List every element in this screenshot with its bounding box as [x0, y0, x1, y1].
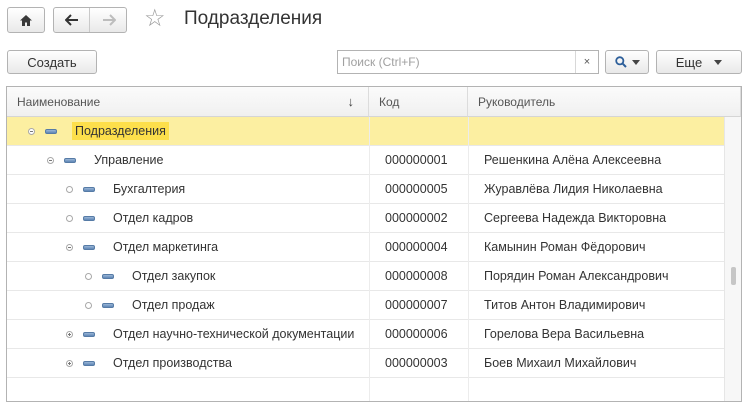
leaf-icon	[63, 204, 75, 232]
cell-name: Отдел кадров	[113, 204, 193, 232]
chevron-down-icon	[714, 59, 723, 65]
leaf-icon	[63, 175, 75, 203]
search-button[interactable]	[605, 50, 649, 74]
cell-code: 000000008	[385, 269, 448, 283]
search-icon	[614, 56, 627, 68]
cell-code: 000000002	[385, 211, 448, 225]
leaf-icon	[82, 262, 94, 290]
arrow-right-icon	[103, 14, 116, 26]
page-title: Подразделения	[184, 8, 323, 29]
forward-button[interactable]	[91, 8, 127, 32]
collapse-icon[interactable]	[25, 117, 37, 145]
more-label: Еще	[675, 54, 703, 70]
cell-head: Сергеева Надежда Викторовна	[484, 211, 667, 225]
arrow-left-icon	[64, 14, 78, 26]
column-header-name[interactable]: Наименование ↓	[7, 87, 369, 117]
cell-head: Решенкина Алёна Алексеевна	[484, 153, 662, 167]
more-button[interactable]: Еще	[656, 50, 742, 74]
department-name: Подразделения	[72, 122, 169, 140]
department-name: Бухгалтерия	[113, 182, 186, 196]
group-icon	[102, 303, 114, 308]
vertical-scrollbar[interactable]	[724, 117, 741, 401]
cell-name: Управление	[94, 146, 164, 174]
cell-name: Отдел научно-технической документации	[113, 320, 354, 348]
cell-code: 000000004	[385, 240, 448, 254]
cell-code: 000000001	[385, 153, 448, 167]
search-box: ×	[337, 50, 599, 74]
group-icon	[83, 361, 95, 366]
create-button[interactable]: Создать	[7, 50, 97, 74]
department-name: Отдел продаж	[132, 298, 215, 312]
department-name: Отдел маркетинга	[113, 240, 219, 254]
column-divider	[468, 117, 469, 401]
cell-name: Отдел маркетинга	[113, 233, 218, 261]
expand-icon[interactable]	[63, 320, 75, 348]
cell-code: 000000006	[385, 327, 448, 341]
cell-head: Титов Антон Владимирович	[484, 298, 646, 312]
column-header-name-label: Наименование	[17, 95, 101, 109]
group-icon	[45, 129, 57, 134]
cell-head: Камынин Роман Фёдорович	[484, 240, 646, 254]
cell-code: 000000007	[385, 298, 448, 312]
table-row[interactable]: Управление 000000001 Решенкина Алёна Алекс…	[7, 146, 725, 175]
group-icon	[83, 216, 95, 221]
chevron-down-icon	[631, 59, 640, 65]
table-row[interactable]: Отдел закупок 000000008 Порядин Роман Алек…	[7, 262, 725, 291]
table-row[interactable]: Подразделения	[7, 117, 725, 146]
cell-name: Отдел закупок	[132, 262, 215, 290]
departments-table: Наименование ↓ Код Руководитель Подразде…	[6, 86, 742, 402]
cell-name: Отдел продаж	[132, 291, 215, 319]
cell-name: Подразделения	[72, 117, 169, 145]
cell-head: Порядин Роман Александрович	[484, 269, 669, 283]
cell-head: Горелова Вера Васильевна	[484, 327, 645, 341]
table-row[interactable]: Отдел маркетинга 000000004 Камынин Роман Ф…	[7, 233, 725, 262]
department-name: Отдел закупок	[132, 269, 216, 283]
home-icon	[20, 14, 32, 26]
department-name: Отдел кадров	[113, 211, 194, 225]
cell-head: Боев Михаил Михайлович	[484, 356, 637, 370]
table-row[interactable]: Отдел кадров 000000002 Сергеева Надежда Ви…	[7, 204, 725, 233]
home-button[interactable]	[7, 7, 45, 33]
star-icon[interactable]: ☆	[144, 6, 166, 32]
cell-name: Отдел производства	[113, 349, 232, 377]
column-divider	[369, 117, 370, 401]
collapse-icon[interactable]	[63, 233, 75, 261]
column-header-code-label: Код	[379, 95, 400, 109]
table-row[interactable]: Отдел научно-технической документации 000…	[7, 320, 725, 349]
collapse-icon[interactable]	[44, 146, 56, 174]
group-icon	[102, 274, 114, 279]
group-icon	[83, 187, 95, 192]
cell-code: 000000003	[385, 356, 448, 370]
table-row[interactable]: Отдел продаж 000000007 Титов Антон Владими…	[7, 291, 725, 320]
cell-name: Бухгалтерия	[113, 175, 185, 203]
column-header-code[interactable]: Код	[369, 87, 468, 117]
cell-code: 000000005	[385, 182, 448, 196]
expand-icon[interactable]	[63, 349, 75, 377]
clear-search-button[interactable]: ×	[575, 51, 598, 73]
search-input[interactable]	[338, 51, 578, 73]
table-row[interactable]: Бухгалтерия 000000005 Журавлёва Лидия Нико…	[7, 175, 725, 204]
back-button[interactable]	[54, 8, 90, 32]
sort-icon: ↓	[347, 94, 355, 109]
table-row[interactable]: Отдел производства 000000003 Боев Михаил М…	[7, 349, 725, 378]
department-name: Управление	[94, 153, 164, 167]
department-name: Отдел производства	[113, 356, 232, 370]
group-icon	[64, 158, 76, 163]
history-nav	[53, 7, 127, 33]
department-name: Отдел научно-технической документации	[113, 327, 355, 341]
group-icon	[83, 332, 95, 337]
column-header-head[interactable]: Руководитель	[468, 87, 741, 117]
group-icon	[83, 245, 95, 250]
leaf-icon	[82, 291, 94, 319]
column-header-head-label: Руководитель	[478, 95, 556, 109]
scrollbar-thumb[interactable]	[731, 267, 736, 285]
cell-head: Журавлёва Лидия Николаевна	[484, 182, 663, 196]
